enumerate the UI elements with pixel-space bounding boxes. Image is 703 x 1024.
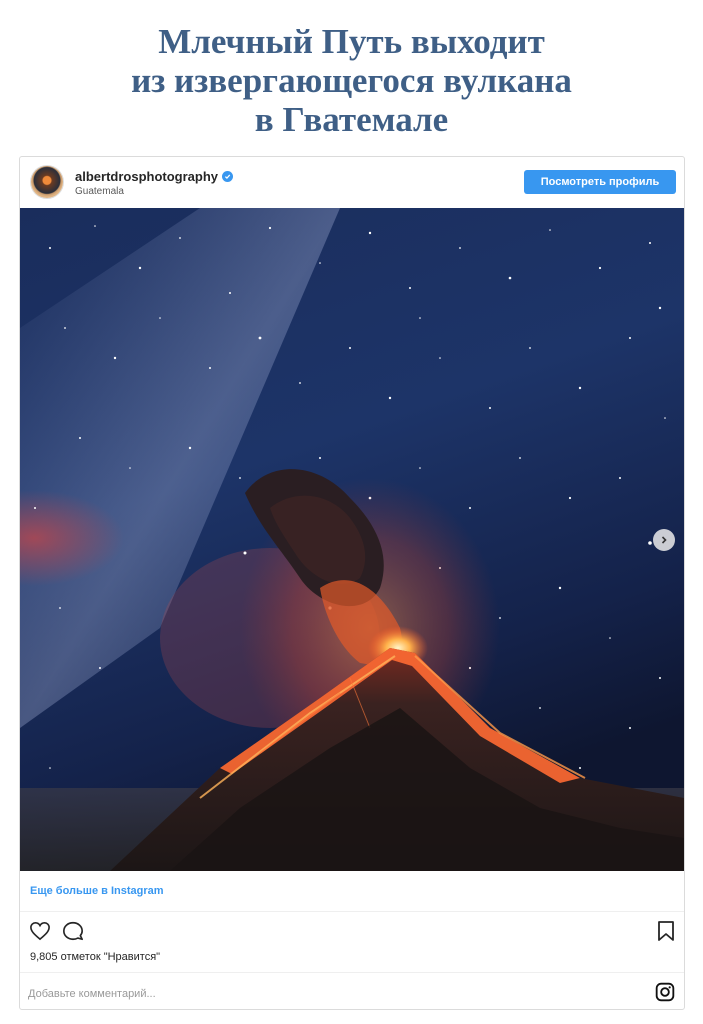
username-link[interactable]: albertdrosphotography: [75, 169, 218, 184]
instagram-logo-button[interactable]: [654, 981, 676, 1003]
bookmark-icon: [658, 921, 674, 941]
divider: [20, 972, 684, 973]
headline-line-3: в Гватемале: [254, 100, 449, 139]
comment-icon: [63, 921, 83, 941]
avatar[interactable]: [31, 166, 63, 198]
post-header: albertdrosphotography Guatemala Посмотре…: [20, 157, 684, 208]
post-location[interactable]: Guatemala: [75, 186, 124, 197]
divider: [20, 911, 684, 912]
comment-button[interactable]: [61, 919, 85, 943]
more-on-instagram-link[interactable]: Еще больше в Instagram: [30, 885, 164, 897]
comment-input[interactable]: [28, 985, 628, 1003]
next-photo-button[interactable]: [653, 529, 675, 551]
instagram-icon: [655, 982, 675, 1002]
verified-badge-icon: [222, 171, 234, 182]
chevron-right-icon: [661, 536, 667, 544]
instagram-embed-card: albertdrosphotography Guatemala Посмотре…: [19, 156, 685, 1010]
headline-line-2: из извергающегося вулкана: [131, 61, 572, 100]
likes-count[interactable]: 9,805 отметок "Нравится": [30, 951, 160, 963]
like-button[interactable]: [28, 919, 52, 943]
save-button[interactable]: [654, 919, 678, 943]
volcano-night-image: [20, 208, 684, 871]
heart-icon: [30, 921, 50, 941]
headline-line-1: Млечный Путь выходит: [158, 22, 545, 61]
post-author[interactable]: albertdrosphotography: [75, 169, 234, 184]
view-profile-button[interactable]: Посмотреть профиль: [524, 170, 676, 194]
article-headline: Млечный Путь выходит из извергающегося в…: [0, 22, 703, 139]
post-photo[interactable]: [20, 208, 684, 871]
